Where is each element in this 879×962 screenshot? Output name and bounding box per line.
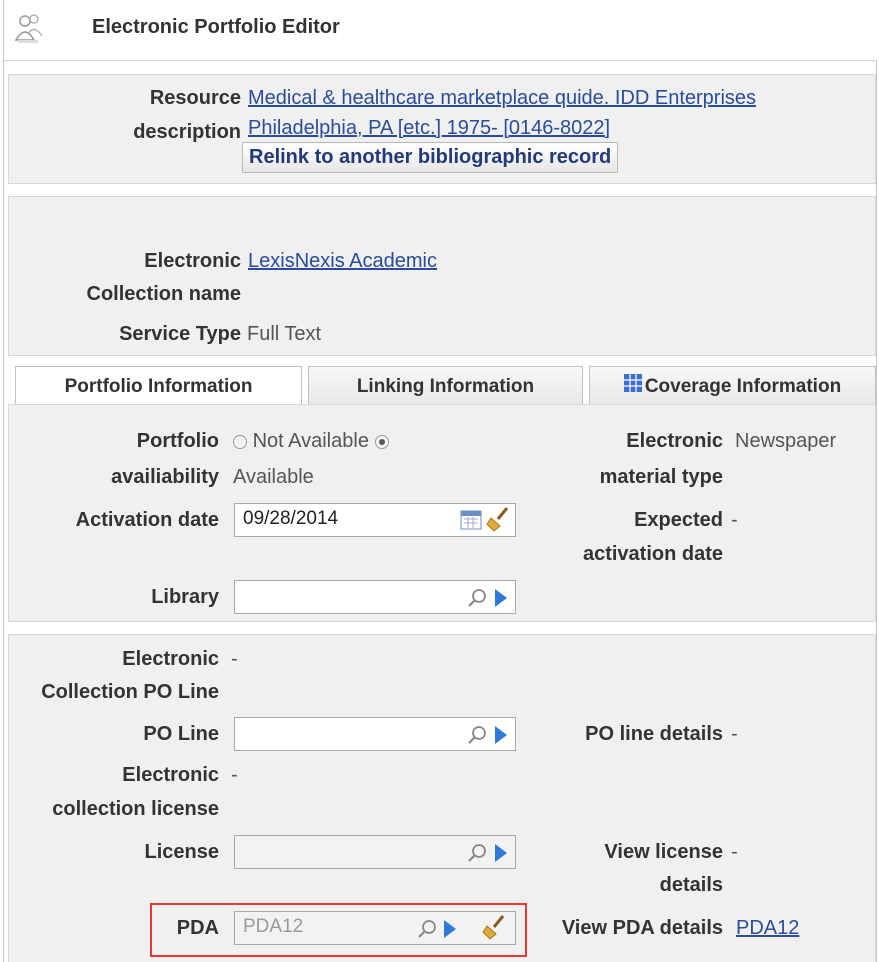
tab-linking-information-label: Linking Information [356, 376, 535, 397]
radio-available[interactable] [374, 434, 389, 449]
view-license-label-2: details [659, 874, 723, 896]
material-type-label-2: material type [599, 466, 723, 488]
collection-license-label: Electronic [122, 764, 219, 786]
resource-description-link[interactable]: Medical & healthcare marketplace quide. … [248, 87, 756, 110]
relink-button[interactable]: Relink to another bibliographic record [242, 142, 619, 173]
activation-date-input[interactable]: 09/28/2014 [234, 503, 516, 537]
page-title: Electronic Portfolio Editor [92, 16, 340, 38]
library-input[interactable] [234, 580, 516, 614]
search-icon[interactable] [467, 842, 489, 870]
search-icon[interactable] [417, 918, 439, 946]
collection-name-link[interactable]: LexisNexis Academic [248, 250, 437, 273]
view-license-value: - [731, 841, 738, 863]
po-line-label: PO Line [143, 723, 219, 745]
collection-name-label: Electronic [144, 250, 241, 272]
pda-value: PDA12 [243, 916, 304, 937]
tab-linking-information[interactable]: Linking Information [308, 366, 583, 404]
tab-portfolio-information-label: Portfolio Information [64, 376, 253, 397]
arrow-right-icon[interactable] [493, 842, 509, 870]
availability-label-2: availiability [111, 466, 219, 488]
po-line-input[interactable] [234, 717, 516, 751]
radio-not-available-label: Not Available [252, 430, 369, 452]
service-type-value: Full Text [247, 323, 322, 345]
availability-label: Portfolio [136, 430, 219, 452]
radio-not-available[interactable] [233, 434, 247, 449]
collection-po-line-label-2: Collection PO Line [41, 681, 219, 703]
arrow-right-icon[interactable] [493, 724, 509, 752]
expected-activation-label-2: activation date [582, 543, 723, 565]
availability-radio-group: Not Available [233, 430, 389, 453]
tab-portfolio-information[interactable]: Portfolio Information [15, 366, 302, 406]
collection-license-value: - [231, 764, 238, 786]
calendar-icon[interactable] [460, 507, 486, 537]
view-pda-link[interactable]: PDA12 [736, 917, 799, 940]
collection-name-label-2: Collection name [86, 283, 241, 305]
tab-coverage-information-label: Coverage Information [644, 376, 842, 398]
collection-license-label-2: collection license [52, 798, 219, 820]
activation-date-label: Activation date [75, 509, 219, 531]
arrow-right-icon[interactable] [442, 918, 458, 946]
license-input[interactable] [234, 835, 516, 869]
library-label: Library [151, 586, 219, 608]
service-type-label: Service Type [119, 323, 241, 345]
search-icon[interactable] [467, 587, 489, 615]
resource-description-label-2: description [133, 121, 241, 143]
expected-activation-value: - [731, 509, 738, 531]
collection-po-line-label: Electronic [122, 648, 219, 670]
collection-po-line-value: - [231, 648, 238, 670]
expected-activation-label: Expected [634, 509, 723, 531]
pda-label: PDA [176, 917, 219, 939]
pda-input[interactable]: PDA12 [234, 911, 516, 945]
broom-icon[interactable] [485, 506, 511, 538]
resource-description-label: Resource [149, 87, 241, 109]
license-label: License [144, 841, 219, 863]
resource-description-link-2[interactable]: Philadelphia, PA [etc.] 1975- [0146-8022… [248, 117, 610, 140]
view-license-label: View license [604, 841, 723, 863]
people-icon [14, 12, 44, 51]
arrow-right-icon[interactable] [493, 587, 509, 615]
material-type-label: Electronic [626, 430, 723, 452]
search-icon[interactable] [467, 724, 489, 752]
po-line-details-label: PO line details [585, 723, 723, 745]
radio-available-label: Available [233, 466, 314, 488]
grid-icon [623, 367, 642, 407]
tab-coverage-information[interactable]: Coverage Information [589, 366, 876, 404]
po-line-details-value: - [731, 723, 738, 745]
broom-icon[interactable] [481, 914, 507, 946]
activation-date-value: 09/28/2014 [243, 508, 339, 529]
editor-header: Electronic Portfolio Editor [4, 0, 877, 61]
material-type-value: Newspaper [735, 430, 837, 452]
view-pda-label: View PDA details [561, 917, 723, 939]
